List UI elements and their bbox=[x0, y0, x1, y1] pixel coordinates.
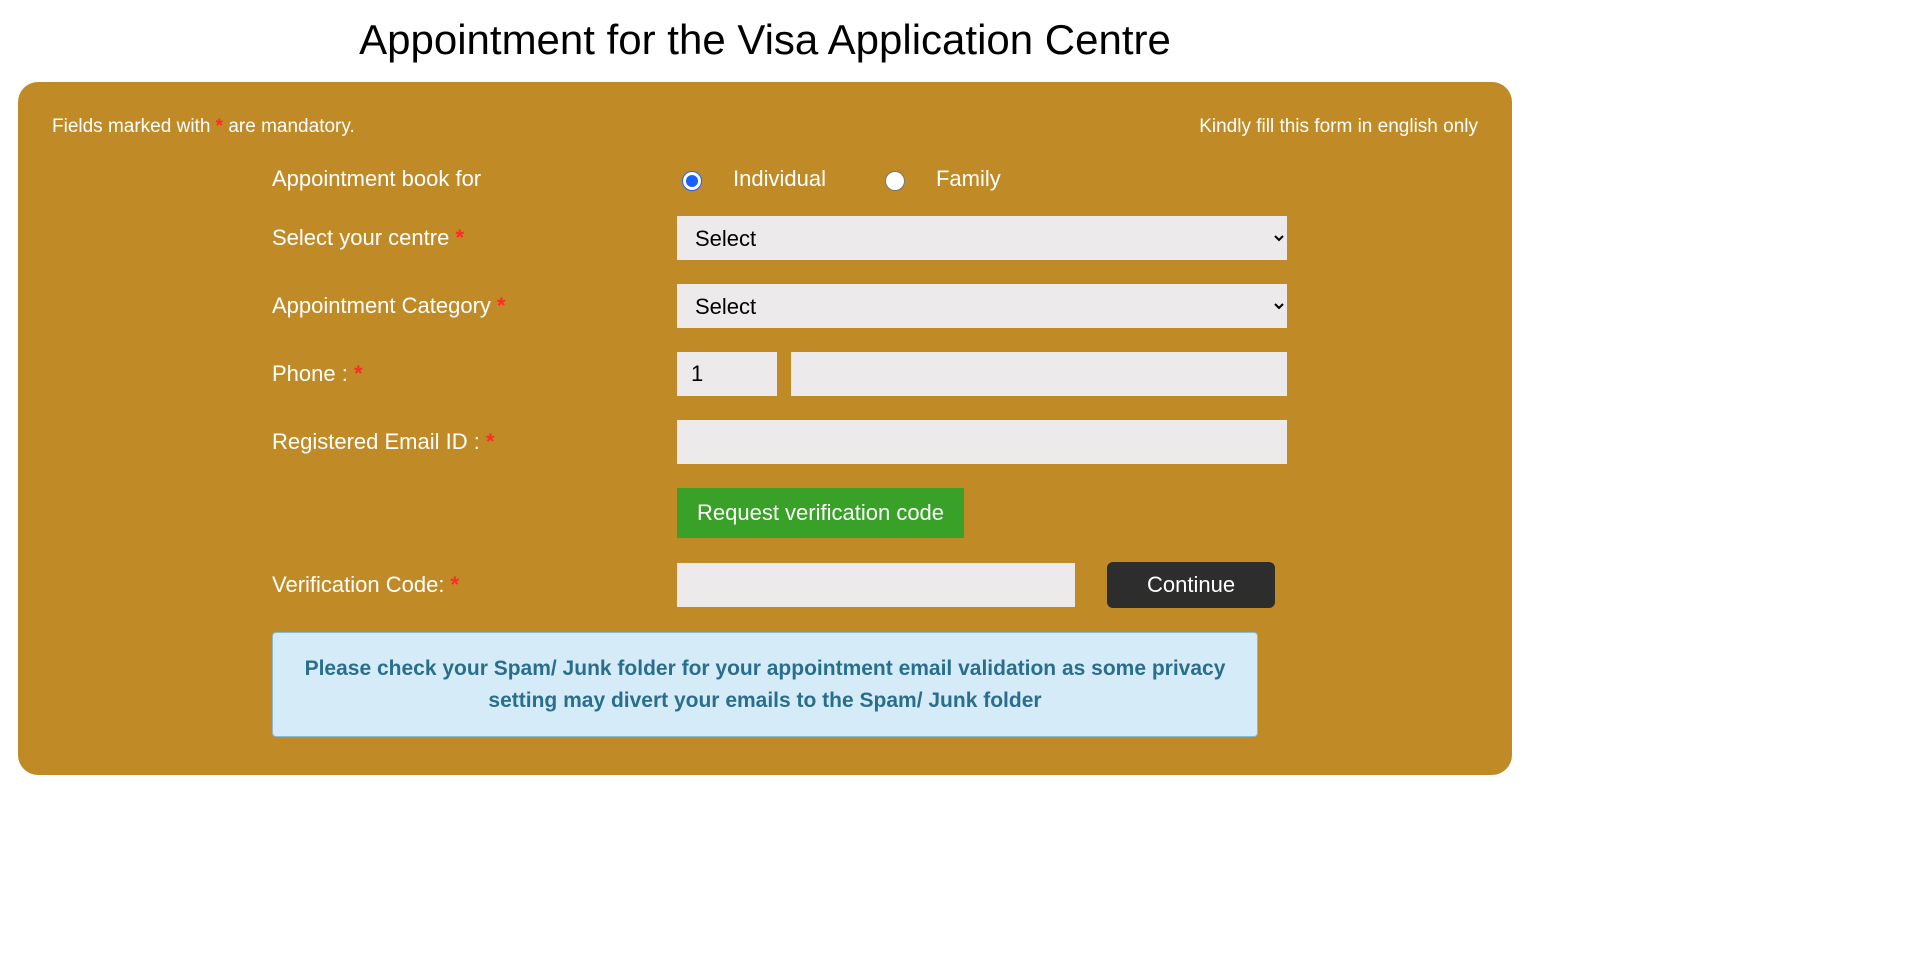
label-category-text: Appointment Category bbox=[272, 293, 497, 318]
label-email-text: Registered Email ID : bbox=[272, 429, 486, 454]
verification-code-input[interactable] bbox=[677, 563, 1075, 607]
radio-individual[interactable] bbox=[682, 171, 702, 191]
english-only-note: Kindly fill this form in english only bbox=[1199, 116, 1478, 138]
continue-button[interactable]: Continue bbox=[1107, 562, 1275, 608]
label-centre: Select your centre * bbox=[272, 225, 677, 251]
mandatory-prefix: Fields marked with bbox=[52, 116, 216, 137]
required-star: * bbox=[455, 225, 464, 250]
spam-info-box: Please check your Spam/ Junk folder for … bbox=[272, 632, 1258, 737]
request-code-button[interactable]: Request verification code bbox=[677, 488, 964, 538]
select-centre[interactable]: Select bbox=[677, 216, 1287, 260]
label-email: Registered Email ID : * bbox=[272, 429, 677, 455]
email-input[interactable] bbox=[677, 420, 1287, 464]
required-star: * bbox=[486, 429, 495, 454]
label-phone: Phone : * bbox=[272, 361, 677, 387]
phone-country-code-input[interactable] bbox=[677, 352, 777, 396]
label-phone-text: Phone : bbox=[272, 361, 354, 386]
mandatory-star: * bbox=[216, 116, 223, 137]
radio-family-label: Family bbox=[936, 166, 1001, 192]
label-book-for: Appointment book for bbox=[272, 166, 677, 192]
page-title: Appointment for the Visa Application Cen… bbox=[0, 16, 1530, 64]
form-panel: Fields marked with * are mandatory. Kind… bbox=[18, 82, 1512, 775]
label-code: Verification Code: * bbox=[272, 572, 677, 598]
required-star: * bbox=[497, 293, 506, 318]
label-category: Appointment Category * bbox=[272, 293, 677, 319]
label-centre-text: Select your centre bbox=[272, 225, 455, 250]
mandatory-note: Fields marked with * are mandatory. bbox=[52, 116, 355, 138]
required-star: * bbox=[451, 572, 460, 597]
radio-individual-label: Individual bbox=[733, 166, 826, 192]
radio-family[interactable] bbox=[885, 171, 905, 191]
required-star: * bbox=[354, 361, 363, 386]
mandatory-suffix: are mandatory. bbox=[223, 116, 355, 137]
label-code-text: Verification Code: bbox=[272, 572, 451, 597]
phone-number-input[interactable] bbox=[791, 352, 1287, 396]
select-category[interactable]: Select bbox=[677, 284, 1287, 328]
